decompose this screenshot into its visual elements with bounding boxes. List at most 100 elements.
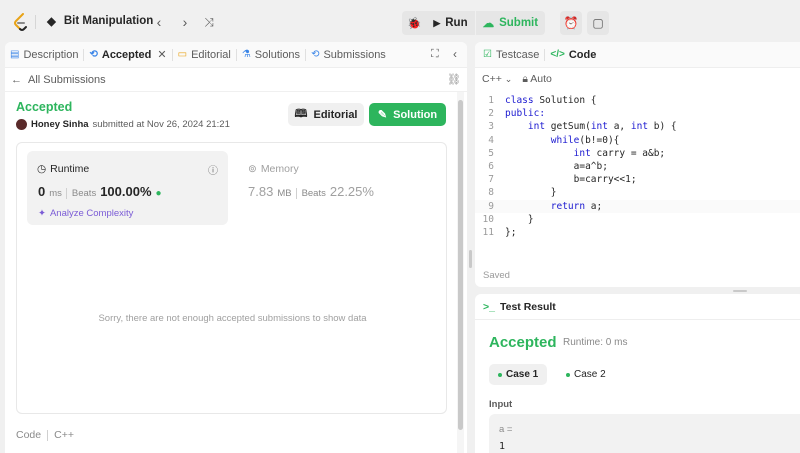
history-icon: ⟲ [311, 49, 320, 60]
code-line[interactable]: 6 a=a^b; [475, 160, 800, 173]
runtime-label: Runtime [50, 163, 90, 175]
submitter-info: Honey Sinha submitted at Nov 26, 2024 21… [16, 119, 230, 130]
stats-box: ◷ Runtime ⓘ 0 ms Beats 100.00% ● ✦ Analy… [16, 142, 447, 414]
code-line[interactable]: 2 public: [475, 107, 800, 120]
notes-button[interactable]: ▢ [587, 11, 609, 35]
left-scrollbar[interactable] [457, 92, 464, 453]
edit-icon: ✎ [377, 109, 388, 121]
code-text: }; [505, 226, 517, 238]
code-line[interactable]: 3 int getSum(int a, int b) { [475, 120, 800, 133]
all-submissions-link[interactable]: ← All Submissions ⛓ [5, 68, 467, 92]
pass-dot-icon [498, 372, 502, 377]
case-2-tab[interactable]: Case 2 [557, 364, 615, 385]
code-text: b=carry<<1; [505, 174, 637, 186]
tab-code-label: Code [568, 48, 597, 61]
code-keyword: public: [505, 108, 546, 120]
runtime-beats-label: Beats [65, 188, 96, 199]
tab-solutions[interactable]: ⚗ Solutions [237, 49, 305, 61]
run-submit-group: 🐞 ▶ Run ☁ Submit [402, 11, 546, 35]
tab-accepted-label: Accepted [101, 48, 152, 61]
tab-code[interactable]: </> Code [545, 49, 601, 61]
share-link-icon[interactable]: ⛓ [447, 73, 461, 86]
test-result-header[interactable]: >_ Test Result [475, 294, 800, 320]
line-number: 10 [482, 213, 494, 225]
document-icon: ▤ [10, 49, 20, 60]
code-line[interactable]: 8 } [475, 186, 800, 199]
checkbox-icon: ☑ [483, 49, 492, 60]
run-button[interactable]: ▶ Run [426, 11, 475, 35]
memory-value: 7.83 [248, 184, 274, 199]
case-1-label: Case 1 [506, 369, 539, 380]
alarm-clock-icon: ⏰ [563, 16, 579, 30]
tab-submissions[interactable]: ⟲ Submissions [306, 49, 391, 61]
top-bar: ◆ Bit Manipulation ‹ › ⤨ 🐞 ▶ Run ☁ Submi… [0, 0, 800, 44]
memory-beats-value: 22.25% [329, 184, 374, 199]
editor-toolbar: C++ ⌄ 🔒︎ Auto [475, 68, 800, 90]
analyze-complexity-link[interactable]: ✦ Analyze Complexity [38, 208, 133, 219]
flask-icon: ⚗ [241, 49, 251, 60]
cloud-upload-icon: ☁ [482, 18, 495, 30]
tab-solutions-label: Solutions [254, 48, 301, 61]
vertical-resize-handle[interactable] [469, 250, 472, 268]
scroll-thumb[interactable] [458, 100, 463, 430]
line-number: 7 [488, 174, 494, 186]
solution-button[interactable]: ✎ Solution [369, 103, 446, 126]
next-problem-icon[interactable]: › [176, 13, 194, 31]
leetcode-logo-icon[interactable] [13, 13, 29, 31]
editorial-button[interactable]: 🕮 Editorial [288, 103, 364, 126]
tab-testcase[interactable]: ☑ Testcase [478, 49, 544, 61]
code-line[interactable]: 11}; [475, 226, 800, 239]
code-keyword: int [630, 121, 649, 133]
language-selector[interactable]: C++ ⌄ [482, 73, 512, 85]
line-number: 9 [488, 200, 494, 212]
submission-detail: Accepted Honey Sinha submitted at Nov 26… [5, 92, 457, 453]
memory-label-row[interactable]: ⊚ Memory [248, 163, 299, 175]
submit-button[interactable]: ☁ Submit [475, 11, 546, 35]
arrow-left-icon: ← [11, 73, 22, 86]
close-icon[interactable]: ✕ [157, 48, 166, 61]
code-line[interactable]: 5 int carry = a&b; [475, 147, 800, 160]
code-text: getSum( [545, 121, 591, 133]
auto-mode[interactable]: 🔒︎ Auto [522, 73, 552, 86]
problem-list-selector[interactable]: ◆ Bit Manipulation [47, 14, 153, 28]
test-result-panel: >_ Test Result Accepted Runtime: 0 ms Ca… [475, 294, 800, 453]
code-line-current[interactable]: 9 return a; [475, 199, 800, 213]
tab-accepted[interactable]: ⟲ Accepted ✕ [84, 48, 171, 62]
line-number: 11 [482, 226, 494, 238]
tab-description[interactable]: ▤ Description [5, 49, 83, 61]
code-line[interactable]: 10 } [475, 213, 800, 226]
note-icon: ▢ [592, 16, 604, 30]
case-1-tab[interactable]: Case 1 [489, 364, 548, 385]
user-name[interactable]: Honey Sinha [31, 119, 89, 130]
code-line[interactable]: 7 b=carry<<1; [475, 173, 800, 186]
topbar-divider [35, 15, 36, 29]
prev-problem-icon[interactable]: ‹ [150, 13, 168, 31]
info-icon[interactable]: ⓘ [208, 162, 218, 177]
code-area[interactable]: 1 class Solution { 2 public: 3 int getSum(… [475, 94, 800, 239]
horizontal-resize-handle[interactable] [733, 290, 747, 292]
submission-status: Accepted [16, 100, 73, 114]
code-line[interactable]: 4 while (b!=0){ [475, 134, 800, 147]
code-language: C++ [54, 429, 74, 441]
timer-button[interactable]: ⏰ [560, 11, 582, 35]
problem-list-icon: ◆ [47, 16, 56, 28]
auto-mode-label: Auto [530, 72, 552, 85]
memory-beats-label: Beats [295, 188, 326, 199]
code-line[interactable]: 1 class Solution { [475, 94, 800, 107]
lock-icon: 🔒︎ [522, 72, 528, 85]
code-text: b) { [648, 121, 677, 133]
celebration-icon: ● [155, 188, 162, 199]
code-text: } [505, 213, 534, 225]
debug-button[interactable]: 🐞 [402, 11, 427, 35]
avatar[interactable] [16, 119, 27, 130]
editorial-button-label: Editorial [313, 108, 358, 121]
collapse-panel-icon[interactable]: ‹ [453, 47, 457, 61]
expand-icon[interactable]: ⛶ [431, 48, 439, 61]
runtime-card[interactable]: ◷ Runtime ⓘ 0 ms Beats 100.00% ● ✦ Analy… [27, 151, 228, 225]
play-icon: ▶ [433, 17, 441, 28]
shuffle-icon[interactable]: ⤨ [200, 13, 218, 31]
code-text: a=a^b; [505, 160, 608, 172]
tab-editorial[interactable]: ▭ Editorial [173, 49, 236, 61]
saved-status: Saved [483, 270, 510, 281]
book-icon: ▭ [177, 49, 188, 60]
